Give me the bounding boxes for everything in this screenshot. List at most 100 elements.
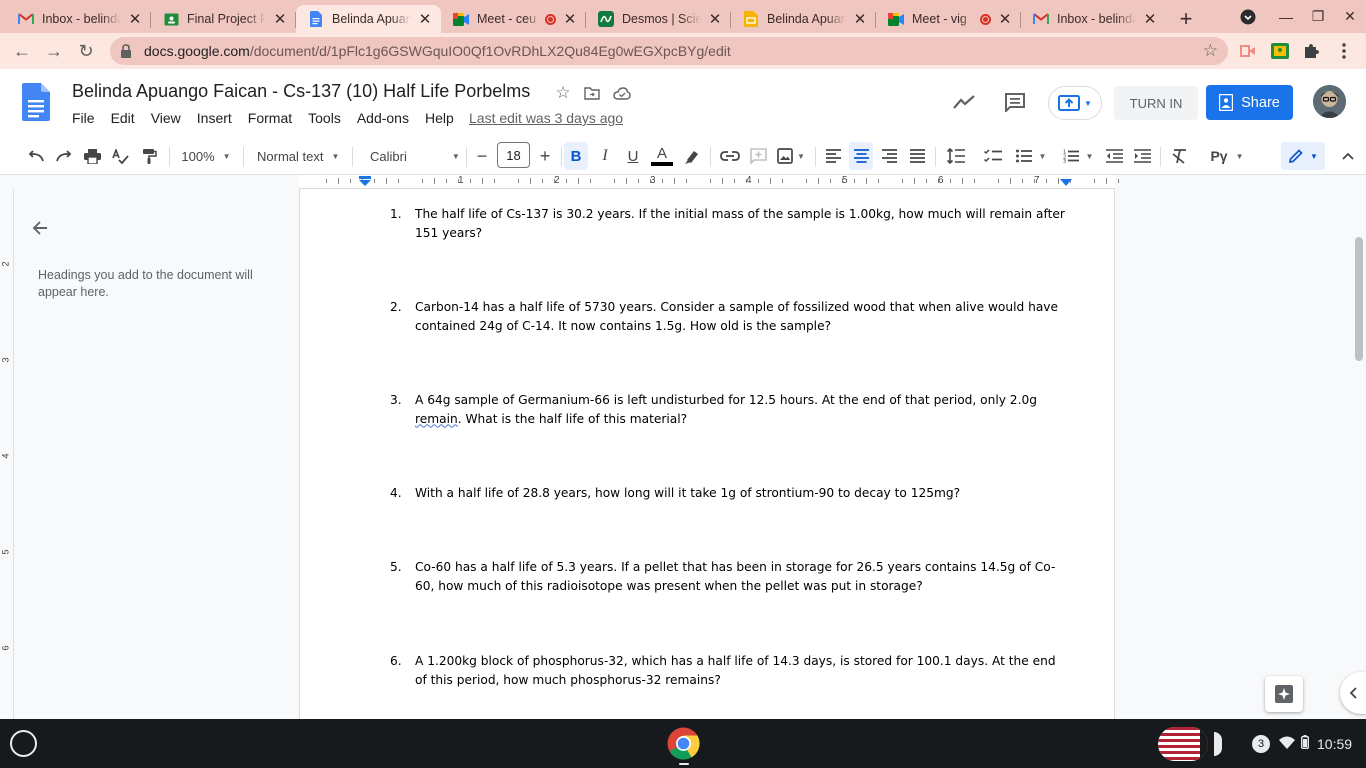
clear-formatting-icon[interactable] [1167, 142, 1191, 170]
browser-tab[interactable]: Final Project P ✕ [151, 5, 296, 33]
menu-file[interactable]: File [64, 109, 103, 127]
new-tab-icon[interactable]: + [1172, 5, 1200, 33]
share-button[interactable]: Share [1206, 85, 1293, 120]
user-pod-avatar[interactable] [1158, 727, 1208, 761]
font-select[interactable]: Calibri ▼ [362, 142, 462, 170]
scrollbar-thumb[interactable] [1355, 237, 1363, 361]
close-outline-arrow-icon[interactable] [32, 219, 48, 242]
align-right-icon[interactable] [877, 142, 901, 170]
menu-view[interactable]: View [143, 109, 189, 127]
present-button[interactable]: ▼ [1048, 86, 1102, 120]
close-tab-icon[interactable]: ✕ [417, 11, 433, 28]
align-left-icon[interactable] [821, 142, 845, 170]
close-tab-icon[interactable]: ✕ [707, 11, 723, 28]
add-comment-icon[interactable] [746, 142, 770, 170]
last-edit-link[interactable]: Last edit was 3 days ago [469, 110, 623, 126]
minimize-icon[interactable]: — [1270, 0, 1302, 33]
ruler-number: 3 [0, 357, 11, 363]
checklist-icon[interactable] [980, 142, 1006, 170]
zoom-select[interactable]: 100% ▼ [176, 142, 236, 170]
reload-icon[interactable]: ↻ [70, 35, 102, 67]
account-avatar[interactable] [1313, 85, 1346, 118]
extensions-puzzle-icon[interactable] [1300, 40, 1322, 62]
browser-menu-icon[interactable] [1333, 40, 1355, 62]
browser-tab[interactable]: Meet - vig ✕ [876, 5, 1021, 33]
increase-indent-icon[interactable] [1130, 142, 1154, 170]
spellcheck-icon[interactable] [108, 142, 132, 170]
left-indent-marker-icon[interactable] [359, 176, 371, 187]
print-icon[interactable] [80, 142, 104, 170]
launcher-icon[interactable] [10, 730, 37, 757]
menu-add-ons[interactable]: Add-ons [349, 109, 417, 127]
insert-link-icon[interactable] [717, 142, 743, 170]
increase-font-size-icon[interactable]: + [535, 142, 555, 170]
browser-tab[interactable]: Meet - ceu ✕ [441, 5, 586, 33]
restore-window-icon[interactable]: ❐ [1302, 0, 1334, 33]
comment-history-icon[interactable] [999, 86, 1031, 118]
chevron-down-icon: ▼ [1235, 151, 1244, 161]
italic-icon[interactable]: I [593, 142, 617, 170]
browser-tab[interactable]: Inbox - belinda ✕ [6, 5, 151, 33]
justify-icon[interactable] [905, 142, 929, 170]
forward-arrow-icon[interactable]: → [38, 35, 70, 67]
decrease-font-size-icon[interactable]: − [472, 142, 492, 170]
editing-mode-select[interactable]: ▼ [1281, 142, 1325, 170]
google-docs-logo-icon[interactable] [22, 83, 50, 121]
close-tab-icon[interactable]: ✕ [127, 11, 143, 28]
browser-tab[interactable]: Inbox - belinda ✕ [1021, 5, 1166, 33]
highlight-color-icon[interactable] [680, 142, 704, 170]
vertical-scrollbar[interactable] [1352, 189, 1366, 719]
numbered-list-icon[interactable]: 1 2 3 ▼ [1058, 142, 1098, 170]
right-indent-marker-icon[interactable] [1060, 178, 1072, 187]
extension-screencast-icon[interactable] [1237, 40, 1259, 62]
undo-icon[interactable] [24, 142, 48, 170]
redo-icon[interactable] [52, 142, 76, 170]
spelling-error[interactable]: remain [415, 412, 458, 426]
menu-format[interactable]: Format [240, 109, 300, 127]
close-tab-icon[interactable]: ✕ [852, 11, 868, 28]
close-window-icon[interactable]: ✕ [1334, 0, 1366, 33]
menu-tools[interactable]: Tools [300, 109, 349, 127]
text-color-icon[interactable]: A [649, 142, 675, 170]
star-icon[interactable]: ☆ [552, 82, 574, 104]
underline-icon[interactable]: U [621, 142, 645, 170]
status-tray[interactable]: 3 10:59 [1214, 727, 1356, 760]
input-tools-select[interactable]: Pγ ▼ [1203, 142, 1251, 170]
menu-edit[interactable]: Edit [103, 109, 143, 127]
bulleted-list-icon[interactable]: ▼ [1011, 142, 1051, 170]
activity-dashboard-icon[interactable] [948, 86, 980, 118]
move-folder-icon[interactable] [581, 82, 603, 104]
browser-tab[interactable]: Desmos | Scie ✕ [586, 5, 731, 33]
browser-tab[interactable]: Belinda Apuan ✕ [731, 5, 876, 33]
notification-count-badge[interactable]: 3 [1252, 734, 1270, 753]
document-page[interactable]: 1. The half life of Cs-137 is 30.2 years… [299, 189, 1115, 719]
people-icon [1219, 94, 1234, 111]
ruler-tick [818, 178, 819, 184]
close-tab-icon[interactable]: ✕ [562, 11, 578, 28]
bookmark-star-icon[interactable]: ☆ [1203, 42, 1218, 60]
back-arrow-icon[interactable]: ← [6, 35, 38, 67]
close-tab-icon[interactable]: ✕ [997, 11, 1013, 28]
close-tab-icon[interactable]: ✕ [272, 11, 288, 28]
line-spacing-icon[interactable] [943, 142, 969, 170]
menu-insert[interactable]: Insert [189, 109, 240, 127]
explore-button[interactable] [1265, 676, 1303, 712]
browser-tab-active[interactable]: Belinda Apuan ✕ [296, 5, 441, 33]
font-size-input[interactable]: 18 [497, 142, 530, 168]
chrome-icon[interactable] [667, 727, 700, 760]
address-bar[interactable]: docs.google.com/document/d/1pFlc1g6GSWGq… [110, 37, 1228, 65]
hide-menus-chevron-up-icon[interactable] [1337, 142, 1359, 170]
insert-image-icon[interactable]: ▼ [774, 142, 808, 170]
decrease-indent-icon[interactable] [1102, 142, 1126, 170]
paint-format-icon[interactable] [137, 142, 161, 170]
turn-in-button[interactable]: TURN IN [1114, 86, 1198, 120]
menu-help[interactable]: Help [417, 109, 462, 127]
extension-classroom-icon[interactable] [1269, 40, 1291, 62]
align-center-icon[interactable] [849, 142, 873, 170]
cloud-saved-icon[interactable] [611, 82, 633, 104]
tab-search-icon[interactable] [1232, 0, 1264, 33]
document-title[interactable]: Belinda Apuango Faican - Cs-137 (10) Hal… [72, 81, 530, 102]
bold-icon[interactable]: B [564, 142, 588, 170]
close-tab-icon[interactable]: ✕ [1142, 11, 1158, 28]
paragraph-style-select[interactable]: Normal text ▼ [250, 142, 346, 170]
